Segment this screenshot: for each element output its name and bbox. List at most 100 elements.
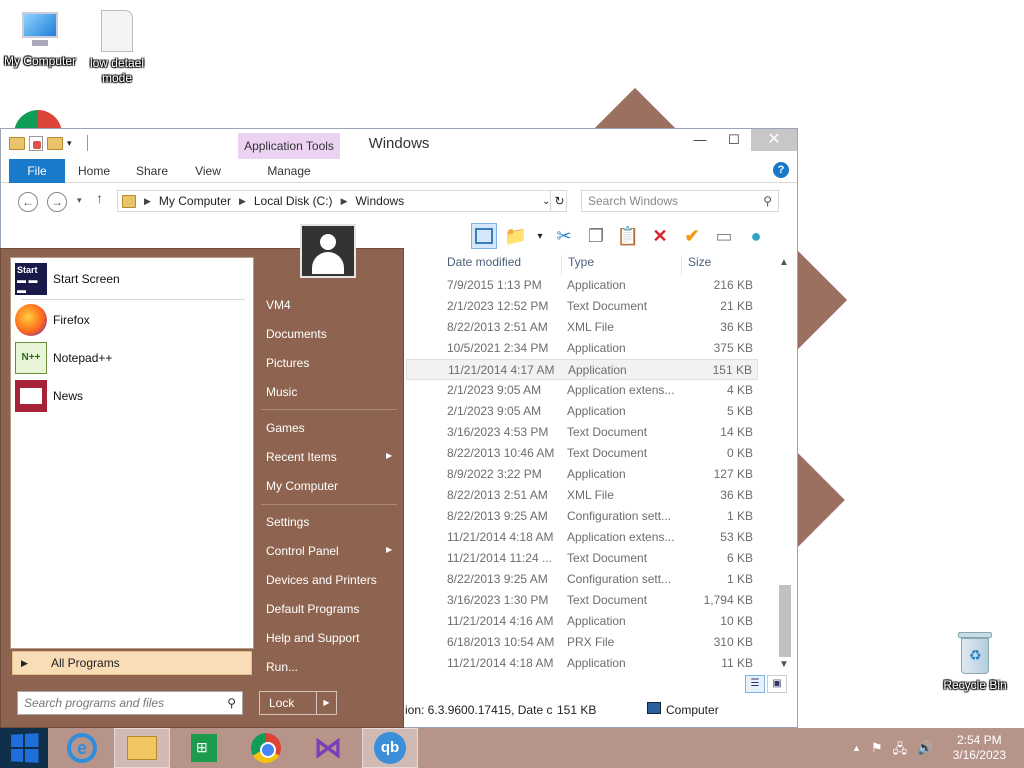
row-size: 1 KB — [726, 572, 753, 586]
program-firefox[interactable]: Firefox — [15, 303, 90, 337]
rename-icon[interactable]: ✔ — [679, 223, 705, 249]
scroll-down-icon[interactable]: ▼ — [779, 659, 789, 670]
all-programs-button[interactable]: ▶ All Programs — [12, 651, 252, 675]
taskbar-file-explorer[interactable] — [114, 728, 170, 768]
link-help-and-support[interactable]: Help and Support — [266, 631, 359, 645]
program-notepad-plus-plus[interactable]: N++ Notepad++ — [15, 341, 112, 375]
taskbar-qbittorrent[interactable]: qb — [362, 728, 418, 768]
taskbar-visual-studio[interactable]: ⋈ — [300, 728, 356, 768]
breadcrumb-windows[interactable]: Windows — [355, 194, 404, 208]
divider — [261, 504, 397, 505]
delete-icon[interactable]: ✕ — [647, 223, 673, 249]
tab-share[interactable]: Share — [129, 159, 175, 183]
table-row[interactable]: 8/22/2013 9:25 AM Configuration sett... 1 … — [406, 506, 758, 527]
column-header-date[interactable]: Date modified — [447, 255, 521, 275]
tab-home[interactable]: Home — [71, 159, 117, 183]
taskbar-internet-explorer[interactable]: e — [54, 728, 110, 768]
link-my-computer[interactable]: My Computer — [266, 479, 338, 493]
table-row[interactable]: 2/1/2023 9:05 AM Application extens... 4 K… — [406, 380, 758, 401]
table-row[interactable]: 3/16/2023 4:53 PM Text Document 14 KB — [406, 422, 758, 443]
table-row[interactable]: 10/5/2021 2:34 PM Application 375 KB — [406, 338, 758, 359]
close-button[interactable]: ✕ — [751, 129, 797, 151]
options-icon[interactable]: ● — [743, 223, 769, 249]
start-search-input[interactable]: Search programs and files ⚲ — [17, 691, 243, 715]
link-games[interactable]: Games — [266, 421, 305, 435]
program-news[interactable]: News — [15, 379, 83, 413]
scroll-up-icon[interactable]: ▲ — [779, 257, 789, 268]
link-user-vm4[interactable]: VM4 — [266, 298, 291, 312]
back-button[interactable]: ← — [18, 192, 38, 212]
table-row[interactable]: 11/21/2014 4:18 AM Application extens... 5… — [406, 527, 758, 548]
recent-locations-icon[interactable]: ▾ — [77, 195, 82, 206]
link-documents[interactable]: Documents — [266, 327, 327, 341]
row-date: 8/22/2013 2:51 AM — [447, 320, 548, 334]
link-settings[interactable]: Settings — [266, 515, 309, 529]
network-icon[interactable]: 🖧 — [893, 740, 908, 762]
table-row[interactable]: 2/1/2023 9:05 AM Application 5 KB — [406, 401, 758, 422]
table-row[interactable]: 11/21/2014 11:24 ... Text Document 6 KB — [406, 548, 758, 569]
table-row[interactable]: 2/1/2023 12:52 PM Text Document 21 KB — [406, 296, 758, 317]
properties-icon[interactable]: 📁 — [503, 223, 529, 249]
tab-file[interactable]: File — [9, 159, 65, 183]
link-music[interactable]: Music — [266, 385, 297, 399]
volume-icon[interactable]: 🔊 — [917, 740, 933, 762]
search-input[interactable]: Search Windows ⚲ — [581, 190, 779, 212]
address-bar[interactable]: ▶ My Computer ▶ Local Disk (C:) ▶ Window… — [117, 190, 567, 212]
lock-button[interactable]: Lock ▶ — [259, 691, 337, 715]
table-row[interactable]: 7/9/2015 1:13 PM Application 216 KB — [406, 275, 758, 296]
table-row[interactable]: 11/21/2014 4:16 AM Application 10 KB — [406, 611, 758, 632]
qbittorrent-icon: qb — [374, 732, 406, 764]
table-row[interactable]: 3/16/2023 1:30 PM Text Document 1,794 KB — [406, 590, 758, 611]
details-view-icon[interactable]: ☰ — [745, 675, 765, 693]
paste-icon[interactable]: 📋 — [615, 223, 641, 249]
program-start-screen[interactable]: Start ▬ ▬ ▬ Start Screen — [15, 262, 120, 296]
link-run[interactable]: Run... — [266, 660, 298, 674]
chevron-down-icon[interactable]: ▾ — [535, 223, 545, 249]
taskbar-store[interactable] — [176, 728, 232, 768]
clock[interactable]: 2:54 PM 3/16/2023 — [953, 733, 1006, 763]
scrollbar-thumb[interactable] — [779, 585, 791, 657]
link-default-programs[interactable]: Default Programs — [266, 602, 359, 616]
tab-manage[interactable]: Manage — [238, 159, 340, 183]
action-center-flag-icon[interactable]: ⚑ — [871, 740, 883, 762]
move-to-icon[interactable]: ▭ — [711, 223, 737, 249]
tab-view[interactable]: View — [185, 159, 231, 183]
copy-icon[interactable]: ❐ — [583, 223, 609, 249]
desktop-icon-low-detail-mode[interactable]: low detael mode — [77, 10, 157, 86]
power-options-arrow-icon[interactable]: ▶ — [316, 692, 336, 714]
large-icons-view-icon[interactable]: ▣ — [767, 675, 787, 693]
help-icon[interactable]: ? — [773, 162, 789, 178]
show-hidden-icons-icon[interactable]: ▲ — [852, 740, 861, 762]
forward-button[interactable]: → — [47, 192, 67, 212]
desktop-icon-recycle-bin[interactable]: Recycle Bin — [935, 632, 1015, 692]
table-row[interactable]: 11/21/2014 4:18 AM Application 11 KB — [406, 653, 758, 674]
table-row[interactable]: 6/18/2013 10:54 AM PRX File 310 KB — [406, 632, 758, 653]
column-header-type[interactable]: Type — [561, 255, 594, 275]
maximize-button[interactable]: ☐ — [717, 129, 751, 151]
table-row[interactable]: 8/22/2013 9:25 AM Configuration sett... 1 … — [406, 569, 758, 590]
table-row[interactable]: 8/9/2022 3:22 PM Application 127 KB — [406, 464, 758, 485]
start-button[interactable] — [0, 728, 48, 768]
vertical-scrollbar[interactable]: ▲ ▼ — [777, 255, 793, 673]
up-button[interactable]: ↑ — [96, 190, 103, 206]
table-row[interactable]: 8/22/2013 2:51 AM XML File 36 KB — [406, 485, 758, 506]
minimize-button[interactable]: — — [683, 129, 717, 151]
link-pictures[interactable]: Pictures — [266, 356, 309, 370]
refresh-icon[interactable]: ↻ — [550, 191, 568, 211]
preview-pane-icon[interactable] — [471, 223, 497, 249]
breadcrumb-my-computer[interactable]: My Computer — [159, 194, 231, 208]
user-avatar[interactable] — [300, 224, 356, 278]
table-row[interactable]: 8/22/2013 2:51 AM XML File 36 KB — [406, 317, 758, 338]
column-header-size[interactable]: Size — [681, 255, 711, 275]
row-date: 11/21/2014 4:18 AM — [447, 656, 554, 670]
link-control-panel[interactable]: Control Panel ▶ — [266, 544, 392, 558]
table-row-selected[interactable]: 11/21/2014 4:17 AM Application 151 KB — [406, 359, 758, 380]
cut-icon[interactable]: ✂ — [551, 223, 577, 249]
taskbar-chrome[interactable] — [238, 728, 294, 768]
table-row[interactable]: 8/22/2013 10:46 AM Text Document 0 KB — [406, 443, 758, 464]
breadcrumb-local-disk[interactable]: Local Disk (C:) — [254, 194, 333, 208]
desktop-icon-label: low detael mode — [89, 56, 145, 85]
link-devices-and-printers[interactable]: Devices and Printers — [266, 573, 377, 587]
desktop-icon-my-computer[interactable]: My Computer — [0, 10, 80, 68]
link-recent-items[interactable]: Recent Items ▶ — [266, 450, 392, 464]
